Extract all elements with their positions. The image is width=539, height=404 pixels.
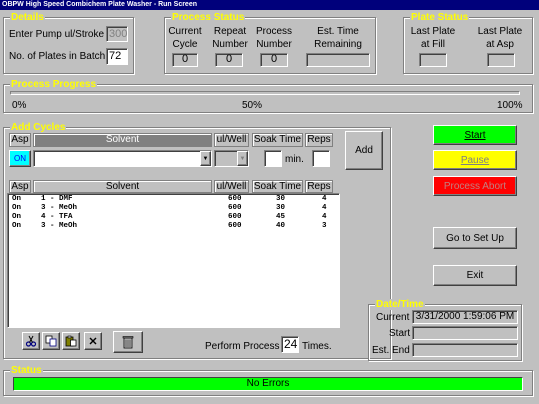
perform-times-suffix: Times.: [302, 341, 332, 352]
current-cycle-value: 0: [172, 53, 198, 67]
row-reps: 4: [322, 213, 327, 221]
window-title: OBPW High Speed Combichem Plate Washer -…: [0, 0, 539, 10]
copy-button[interactable]: [42, 332, 60, 350]
trash-button[interactable]: [113, 331, 143, 353]
add-col-ulwell: ul/Well: [214, 133, 249, 147]
est-end-value: [412, 343, 518, 357]
row-reps: 4: [322, 195, 327, 203]
progress-bar: [10, 91, 520, 95]
trash-icon: [122, 336, 134, 349]
progress-label: Process Progress: [10, 79, 98, 90]
add-col-solvent: Solvent: [33, 133, 212, 147]
row-soak: 30: [276, 195, 286, 203]
row-ulwell: 600: [228, 222, 242, 230]
table-row[interactable]: On 1 - DMF 600 30 4: [8, 195, 338, 204]
perform-process-label: Perform Process: [205, 341, 280, 352]
progress-group: Process Progress: [3, 79, 533, 113]
progress-tick-100: 100%: [497, 100, 523, 111]
row-ulwell: 600: [228, 204, 242, 212]
est-time-value: [306, 53, 370, 67]
last-fill-value: [419, 53, 447, 67]
ulwell-select[interactable]: ▼: [214, 150, 249, 167]
ulwell-dropdown-arrow[interactable]: ▼: [237, 151, 248, 166]
table-col-asp: Asp: [9, 180, 31, 193]
row-solvent: 4 - TFA: [41, 213, 73, 221]
status-label: Status: [10, 365, 43, 376]
row-asp: On: [12, 222, 22, 230]
row-asp: On: [12, 195, 22, 203]
scissors-icon: [25, 335, 37, 347]
current-time-label: Current: [376, 312, 410, 323]
row-soak: 40: [276, 222, 286, 230]
row-ulwell: 600: [228, 195, 242, 203]
cut-button[interactable]: [22, 332, 40, 350]
table-col-ulwell: ul/Well: [214, 180, 249, 193]
row-ulwell: 600: [228, 213, 242, 221]
solvent-select[interactable]: ▼: [33, 150, 212, 167]
solvent-dropdown-arrow[interactable]: ▼: [200, 151, 211, 166]
start-button[interactable]: Start: [433, 125, 517, 145]
pump-label: Enter Pump ul/Stroke: [9, 29, 105, 40]
table-row[interactable]: On 3 - MeOh 600 30 4: [8, 204, 338, 213]
current-time-value: 3/31/2000 1:59:06 PM: [412, 310, 518, 324]
copy-icon: [45, 335, 57, 347]
add-cycle-button[interactable]: Add: [345, 131, 383, 170]
last-asp-label: Last Plate at Asp: [477, 26, 523, 50]
process-abort-button[interactable]: Process Abort: [433, 176, 517, 196]
table-row[interactable]: On 3 - MeOh 600 40 3: [8, 222, 338, 231]
row-asp: On: [12, 213, 22, 221]
plate-status-label: Plate Status: [410, 12, 470, 23]
start-time-value: [412, 326, 518, 340]
repeat-number-value: 0: [215, 53, 243, 67]
paste-button[interactable]: [62, 332, 80, 350]
start-time-label: Start: [389, 328, 411, 339]
datetime-label: Date/Time: [375, 299, 425, 310]
row-soak: 30: [276, 204, 286, 212]
row-solvent: 3 - MeOh: [41, 204, 78, 212]
pause-button[interactable]: Pause: [433, 150, 517, 170]
plates-input[interactable]: 72: [106, 48, 128, 65]
row-reps: 3: [322, 222, 327, 230]
add-col-reps: Reps: [305, 133, 333, 147]
delete-button[interactable]: [84, 332, 102, 350]
est-time-label: Est. Time Remaining: [314, 26, 362, 50]
soak-time-input[interactable]: [264, 150, 282, 167]
current-cycle-label: Current Cycle: [168, 26, 202, 50]
last-asp-value: [487, 53, 515, 67]
add-cycles-label: Add Cycles: [10, 122, 67, 133]
table-col-solvent: Solvent: [33, 180, 212, 193]
last-fill-label: Last Plate at Fill: [410, 26, 456, 50]
go-to-setup-button[interactable]: Go to Set Up: [433, 227, 517, 249]
exit-button[interactable]: Exit: [433, 265, 517, 286]
x-icon: [89, 337, 97, 345]
process-number-value: 0: [260, 53, 288, 67]
status-message: No Errors: [13, 377, 523, 391]
est-end-label: Est. End: [372, 345, 410, 356]
row-solvent: 3 - MeOh: [41, 222, 78, 230]
table-row[interactable]: On 4 - TFA 600 45 4: [8, 213, 338, 222]
process-status-label: Process Status: [171, 12, 246, 23]
asp-toggle-button[interactable]: ON: [9, 150, 31, 167]
paste-icon: [65, 335, 77, 347]
perform-times-input[interactable]: 24: [281, 336, 299, 353]
soak-unit-label: min.: [285, 154, 304, 165]
table-col-reps: Reps: [305, 180, 333, 193]
pump-input[interactable]: 300: [106, 26, 128, 42]
process-number-label: Process Number: [255, 26, 293, 50]
reps-input[interactable]: [312, 150, 330, 167]
progress-tick-50: 50%: [242, 100, 263, 111]
row-asp: On: [12, 204, 22, 212]
row-reps: 4: [322, 204, 327, 212]
plates-label: No. of Plates in Batch: [9, 51, 106, 62]
table-col-soak: Soak Time: [252, 180, 303, 193]
row-solvent: 1 - DMF: [41, 195, 73, 203]
add-col-soak: Soak Time: [252, 133, 303, 147]
repeat-number-label: Repeat Number: [212, 26, 248, 50]
cycles-list[interactable]: On 1 - DMF 600 30 4 On 3 - MeOh 600 30 4…: [7, 193, 340, 328]
progress-tick-0: 0%: [12, 100, 27, 111]
add-col-asp: Asp: [9, 133, 31, 147]
details-label: Details: [10, 12, 45, 23]
row-soak: 45: [276, 213, 286, 221]
